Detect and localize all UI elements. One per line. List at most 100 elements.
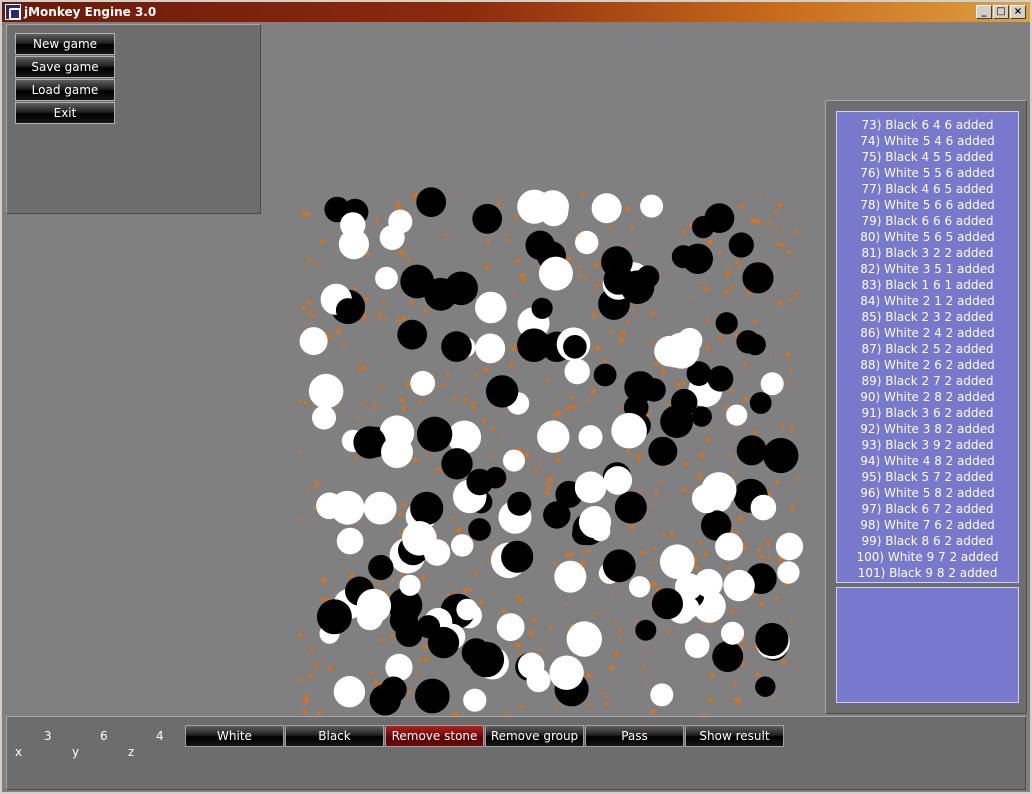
close-icon[interactable]: × [1010,5,1026,19]
white-stone[interactable] [775,532,804,561]
white-stone[interactable] [308,373,344,409]
new-game-button[interactable]: New game [15,33,115,55]
black-stone[interactable] [335,298,361,323]
black-stone[interactable] [397,319,428,350]
white-stone[interactable] [723,569,755,602]
white-stone[interactable] [381,436,413,469]
black-stone[interactable] [441,331,472,362]
black-stone[interactable] [602,549,636,583]
white-stone[interactable] [316,492,343,520]
remove-group-button[interactable]: Remove group [485,725,584,747]
white-stone[interactable] [566,621,602,657]
black-stone[interactable] [424,277,458,311]
white-stone[interactable] [549,655,584,690]
white-stone[interactable] [726,404,748,426]
black-stone[interactable] [620,270,655,304]
black-stone[interactable] [466,468,493,496]
black-stone[interactable] [368,554,394,581]
white-stone[interactable] [760,372,784,396]
white-stone[interactable] [385,653,413,681]
black-stone[interactable] [531,297,553,319]
black-stone[interactable] [525,230,555,260]
white-stone[interactable] [564,358,590,385]
black-stone[interactable] [763,437,799,474]
white-stone[interactable] [750,494,777,521]
white-stone[interactable] [659,544,695,579]
black-stone[interactable] [755,622,789,657]
black-stone[interactable] [441,448,473,480]
white-button[interactable]: White [185,725,284,747]
white-stone[interactable] [536,190,569,223]
white-stone[interactable] [554,560,587,593]
white-stone[interactable] [333,676,366,708]
black-stone[interactable] [468,518,491,541]
black-stone[interactable] [635,619,657,641]
black-stone[interactable] [353,426,386,459]
black-stone[interactable] [380,676,407,703]
white-stone[interactable] [399,574,421,596]
black-stone[interactable] [749,392,772,414]
black-stone[interactable] [416,187,447,217]
black-stone[interactable] [468,641,505,678]
exit-button[interactable]: Exit [15,102,115,124]
black-stone[interactable] [692,216,715,239]
white-stone[interactable] [410,370,436,396]
black-stone[interactable] [728,232,754,258]
black-stone[interactable] [472,203,503,234]
black-stone[interactable] [517,328,551,362]
white-stone[interactable] [628,576,651,598]
black-stone[interactable] [316,599,352,635]
load-game-button[interactable]: Load game [15,79,115,101]
white-stone[interactable] [603,466,633,495]
white-stone[interactable] [312,405,336,430]
white-stone[interactable] [475,333,506,364]
white-stone[interactable] [299,327,328,356]
white-stone[interactable] [496,613,525,641]
white-stone[interactable] [375,266,398,290]
white-stone[interactable] [591,193,622,224]
black-stone[interactable] [671,388,698,416]
black-stone[interactable] [642,378,666,402]
black-button[interactable]: Black [285,725,384,747]
white-stone[interactable] [423,539,451,566]
show-result-button[interactable]: Show result [685,725,784,747]
black-stone[interactable] [414,678,450,714]
white-stone[interactable] [503,449,525,472]
maximize-icon[interactable]: □ [993,5,1009,19]
white-stone[interactable] [451,534,474,557]
remove-stone-button[interactable]: Remove stone [385,725,484,747]
white-stone[interactable] [574,471,607,504]
black-stone[interactable] [593,363,617,387]
white-stone[interactable] [463,688,487,712]
white-stone[interactable] [475,291,507,324]
white-stone[interactable] [578,506,612,539]
black-stone[interactable] [712,641,744,673]
white-stone[interactable] [701,472,737,508]
white-stone[interactable] [721,621,744,645]
black-stone[interactable] [507,491,532,516]
black-stone[interactable] [755,676,776,697]
black-stone[interactable] [736,330,760,354]
white-stone[interactable] [356,604,383,631]
black-stone[interactable] [395,620,423,647]
white-stone[interactable] [336,527,364,555]
white-stone[interactable] [537,420,570,453]
black-stone[interactable] [410,491,444,525]
black-stone[interactable] [563,335,587,359]
save-game-button[interactable]: Save game [15,56,115,78]
black-stone[interactable] [416,416,453,452]
minimize-icon[interactable]: _ [976,5,992,19]
white-stone[interactable] [663,332,700,369]
white-stone[interactable] [575,230,599,255]
white-stone[interactable] [684,633,710,658]
white-stone[interactable] [777,561,800,584]
black-stone[interactable] [742,262,774,294]
white-stone[interactable] [715,532,744,561]
black-stone[interactable] [614,491,647,524]
white-stone[interactable] [456,598,478,621]
pass-button[interactable]: Pass [585,725,684,747]
black-stone[interactable] [501,540,534,573]
black-stone[interactable] [671,245,695,269]
white-stone[interactable] [650,683,674,707]
white-stone[interactable] [363,491,397,525]
